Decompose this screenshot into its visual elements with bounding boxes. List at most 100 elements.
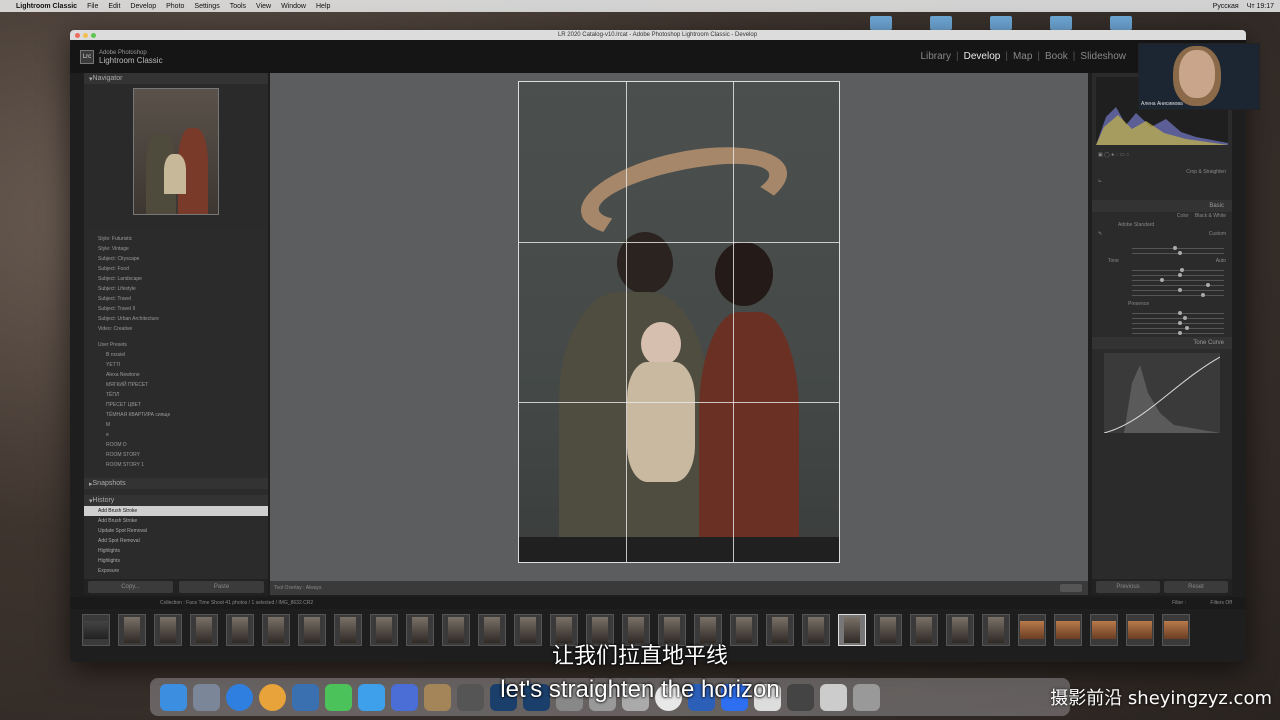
- left-panel-buttons: Copy... Paste: [84, 579, 268, 595]
- lrc-logo: Lrc: [80, 49, 94, 64]
- module-develop[interactable]: Develop: [964, 51, 1001, 62]
- module-book[interactable]: Book: [1045, 51, 1068, 62]
- preset-item[interactable]: Subject: Cityscape: [84, 254, 268, 264]
- module-map[interactable]: Map: [1013, 51, 1032, 62]
- preset-item[interactable]: Subject: Lifestyle: [84, 284, 268, 294]
- reset-button[interactable]: Reset: [1164, 581, 1228, 593]
- preset-item[interactable]: М: [84, 420, 268, 430]
- basic-header[interactable]: Basic: [1092, 200, 1232, 212]
- exposure-slider[interactable]: [1132, 268, 1224, 272]
- done-button[interactable]: [1060, 584, 1082, 592]
- treatment-bw[interactable]: Black & White: [1195, 212, 1226, 221]
- image-canvas[interactable]: Tool Overlay : Always: [270, 73, 1088, 595]
- preset-item[interactable]: Style: Futuristic: [84, 234, 268, 244]
- history-item[interactable]: Add Brush Stroke: [84, 506, 268, 516]
- preset-item[interactable]: Video: Creative: [84, 324, 268, 334]
- module-library[interactable]: Library: [920, 51, 951, 62]
- preset-item[interactable]: ТЁМНАЯ КВАРТИРА сияще: [84, 410, 268, 420]
- desktop-folder-icon[interactable]: [930, 16, 952, 30]
- close-window-icon[interactable]: [75, 32, 80, 38]
- history-item[interactable]: Add Spot Removal: [84, 536, 268, 546]
- tint-slider[interactable]: [1132, 251, 1224, 255]
- menu-develop[interactable]: Develop: [130, 3, 156, 10]
- texture-slider[interactable]: [1132, 311, 1224, 315]
- temp-slider[interactable]: [1132, 246, 1224, 250]
- preset-item[interactable]: ROOM D: [84, 440, 268, 450]
- webcam-face: [1179, 50, 1215, 98]
- preset-item[interactable]: ТЁПЛ: [84, 390, 268, 400]
- desktop-folder-icon[interactable]: [990, 16, 1012, 30]
- menu-file[interactable]: File: [87, 3, 98, 10]
- desktop-folder-icon[interactable]: [870, 16, 892, 30]
- preset-item[interactable]: YETTI: [84, 360, 268, 370]
- history-item[interactable]: Highlights: [84, 546, 268, 556]
- desktop-folder-icon[interactable]: [1050, 16, 1072, 30]
- clock[interactable]: Чт 19:17: [1247, 3, 1274, 10]
- history-item[interactable]: Add Brush Stroke: [84, 516, 268, 526]
- tool-strip[interactable]: ▣ ◯ ● ◌ ▭ ○: [1092, 151, 1232, 160]
- vibrance-slider[interactable]: [1132, 326, 1224, 330]
- dehaze-slider[interactable]: [1132, 321, 1224, 325]
- saturation-slider[interactable]: [1132, 331, 1224, 335]
- menu-edit[interactable]: Edit: [108, 3, 120, 10]
- navigator-preview[interactable]: [84, 84, 268, 230]
- highlights-slider[interactable]: [1132, 278, 1224, 282]
- previous-button[interactable]: Previous: [1096, 581, 1160, 593]
- user-presets-group[interactable]: User Presets: [84, 340, 268, 350]
- menu-help[interactable]: Help: [316, 3, 330, 10]
- menu-window[interactable]: Window: [281, 3, 306, 10]
- clarity-slider[interactable]: [1132, 316, 1224, 320]
- menu-photo[interactable]: Photo: [166, 3, 184, 10]
- crop-grid-line: [733, 82, 734, 562]
- preset-item[interactable]: Style: Vintage: [84, 244, 268, 254]
- snapshots-header[interactable]: ▸ Snapshots: [84, 478, 268, 489]
- wb-select[interactable]: Custom: [1209, 230, 1226, 244]
- preset-item[interactable]: B rossiel: [84, 350, 268, 360]
- history-header[interactable]: ▾ History: [84, 495, 268, 506]
- crop-tool-icon[interactable]: ▣ ◯ ● ◌ ▭ ○: [1098, 151, 1129, 160]
- eyedropper-icon[interactable]: ✎: [1098, 230, 1102, 244]
- tone-curve-graph[interactable]: [1104, 353, 1220, 433]
- whites-slider[interactable]: [1132, 288, 1224, 292]
- menu-tools[interactable]: Tools: [230, 3, 246, 10]
- menu-view[interactable]: View: [256, 3, 271, 10]
- preset-item[interactable]: Alexa Newtone: [84, 370, 268, 380]
- filmstrip-info[interactable]: Collection : Face Time Shoot 41 photos /…: [160, 600, 313, 606]
- profile-select[interactable]: Adobe Standard: [1118, 221, 1154, 230]
- menu-app-name[interactable]: Lightroom Classic: [16, 3, 77, 10]
- preset-item[interactable]: Subject: Urban Architecture: [84, 314, 268, 324]
- preset-item[interactable]: Subject: Landscape: [84, 274, 268, 284]
- preset-item[interactable]: Subject: Travel II: [84, 304, 268, 314]
- preset-item[interactable]: Subject: Food: [84, 264, 268, 274]
- crop-photo[interactable]: [518, 81, 840, 563]
- preset-item[interactable]: Subject: Travel: [84, 294, 268, 304]
- straighten-tool-icon[interactable]: ⊾: [1098, 177, 1102, 197]
- preset-item[interactable]: e: [84, 430, 268, 440]
- copy-button[interactable]: Copy...: [88, 581, 173, 593]
- menu-settings[interactable]: Settings: [194, 3, 219, 10]
- navigator-header[interactable]: ▾ Navigator: [84, 73, 268, 84]
- filter-select[interactable]: Filters Off: [1210, 597, 1232, 609]
- tool-overlay-select[interactable]: Always: [306, 585, 322, 591]
- tone-auto-button[interactable]: Auto: [1216, 257, 1226, 266]
- preset-item[interactable]: ROOM STORY 1: [84, 460, 268, 470]
- blacks-slider[interactable]: [1132, 293, 1224, 297]
- contrast-slider[interactable]: [1132, 273, 1224, 277]
- module-slideshow[interactable]: Slideshow: [1080, 51, 1126, 62]
- navigator-thumbnail[interactable]: [133, 88, 219, 215]
- desktop-folder-icon[interactable]: [1110, 16, 1132, 30]
- history-item[interactable]: Update Spot Removal: [84, 526, 268, 536]
- tone-curve-header[interactable]: Tone Curve: [1092, 337, 1232, 349]
- preset-item[interactable]: ROOM STORY: [84, 450, 268, 460]
- preset-item[interactable]: ПРЕСЕТ ЦВЕТ: [84, 400, 268, 410]
- treatment-color[interactable]: Color: [1177, 212, 1189, 221]
- lr-brand: Adobe Photoshop Lightroom Classic: [99, 50, 163, 65]
- minimize-window-icon[interactable]: [83, 32, 88, 38]
- paste-button[interactable]: Paste: [179, 581, 264, 593]
- history-item[interactable]: Exposure: [84, 566, 268, 576]
- shadows-slider[interactable]: [1132, 283, 1224, 287]
- zoom-window-icon[interactable]: [91, 32, 96, 38]
- history-item[interactable]: Highlights: [84, 556, 268, 566]
- input-language[interactable]: Русская: [1213, 3, 1239, 10]
- preset-item[interactable]: МЯГКИЙ ПРЕСЕТ: [84, 380, 268, 390]
